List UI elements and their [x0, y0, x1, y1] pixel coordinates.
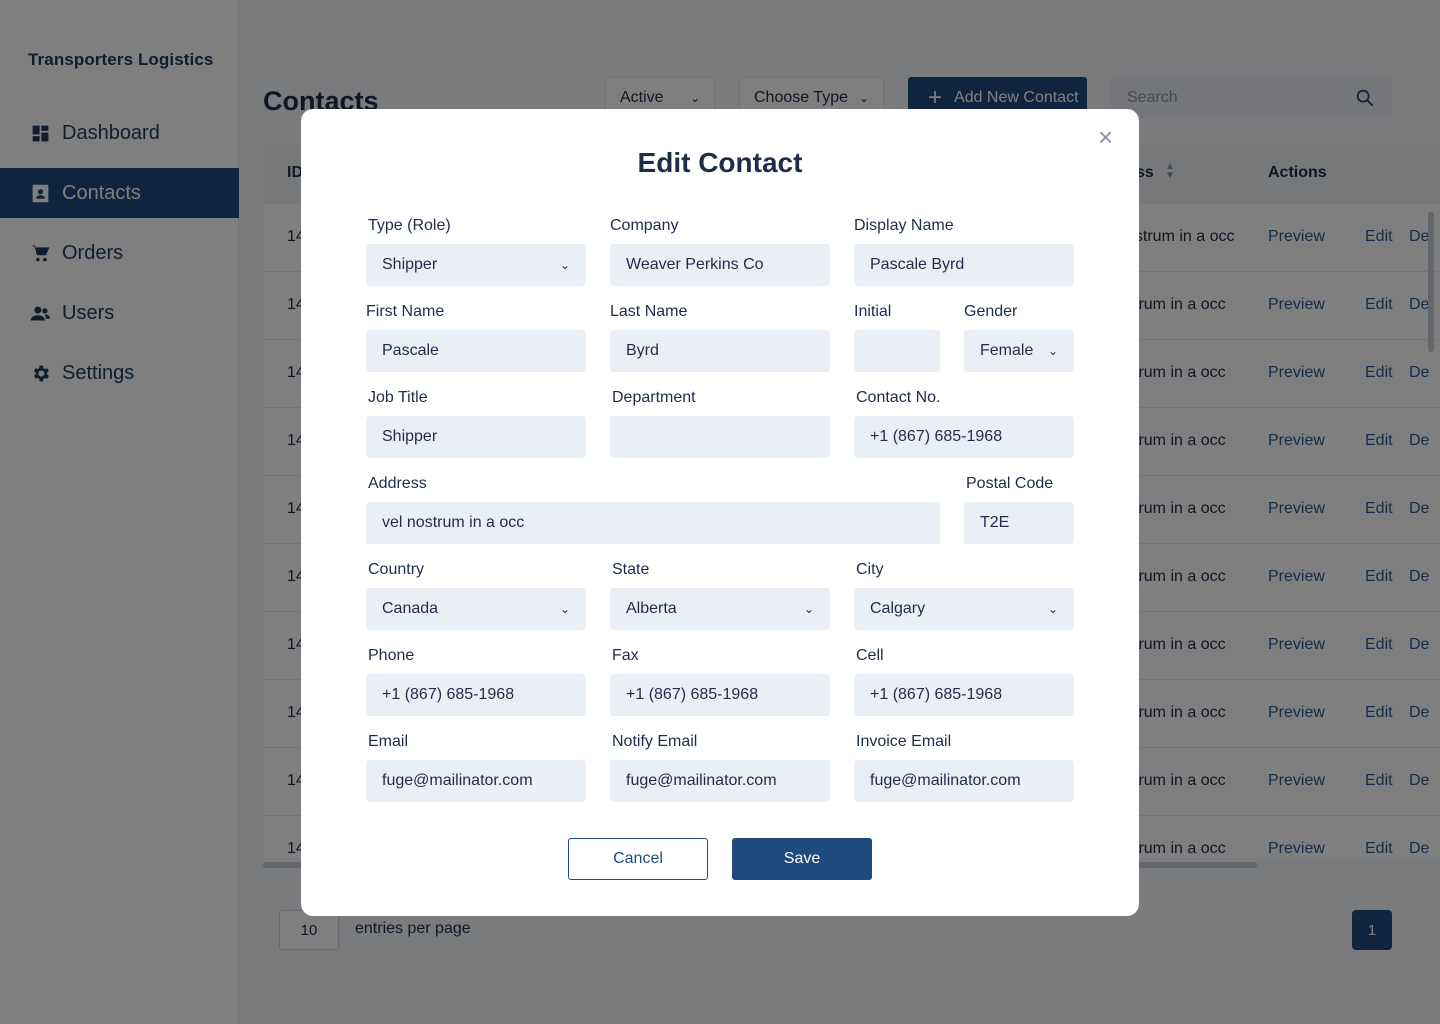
- edit-contact-modal: × Edit Contact Type (Role) Shipper ⌄ Com…: [301, 109, 1139, 916]
- country-select[interactable]: Canada ⌄: [366, 588, 586, 630]
- fax-label: Fax: [612, 647, 639, 664]
- notify-email-field[interactable]: fuge@mailinator.com: [610, 760, 830, 802]
- city-value: Calgary: [870, 600, 926, 617]
- cell-field[interactable]: +1 (867) 685-1968: [854, 674, 1074, 716]
- invoice-email-field[interactable]: fuge@mailinator.com: [854, 760, 1074, 802]
- cell-label: Cell: [856, 647, 884, 664]
- last-name-label: Last Name: [610, 303, 688, 320]
- country-value: Canada: [382, 600, 439, 617]
- email-label: Email: [368, 733, 409, 750]
- notify-email-label: Notify Email: [612, 733, 698, 750]
- first-name-field[interactable]: Pascale: [366, 330, 586, 372]
- postal-code-label: Postal Code: [966, 475, 1054, 492]
- modal-title: Edit Contact: [637, 147, 803, 178]
- address-label: Address: [368, 475, 427, 492]
- chevron-down-icon: ⌄: [1047, 602, 1058, 616]
- contact-no-field[interactable]: +1 (867) 685-1968: [854, 416, 1074, 458]
- chevron-down-icon: ⌄: [803, 602, 814, 616]
- initial-label: Initial: [854, 303, 892, 320]
- postal-code-field[interactable]: T2E: [964, 502, 1074, 544]
- fax-field[interactable]: +1 (867) 685-1968: [610, 674, 830, 716]
- display-name-label: Display Name: [854, 217, 954, 234]
- phone-label: Phone: [368, 647, 415, 664]
- first-name-label: First Name: [366, 303, 445, 320]
- last-name-field[interactable]: Byrd: [610, 330, 830, 372]
- state-select[interactable]: Alberta ⌄: [610, 588, 830, 630]
- chevron-down-icon: ⌄: [1047, 344, 1058, 358]
- type-value: Shipper: [382, 256, 438, 273]
- company-field[interactable]: Weaver Perkins Co: [610, 244, 830, 286]
- company-label: Company: [610, 217, 679, 234]
- city-select[interactable]: Calgary ⌄: [854, 588, 1074, 630]
- job-title-label: Job Title: [368, 389, 428, 406]
- gender-select[interactable]: Female ⌄: [964, 330, 1074, 372]
- state-value: Alberta: [626, 600, 677, 617]
- job-title-field[interactable]: Shipper: [366, 416, 586, 458]
- initial-field[interactable]: [854, 330, 940, 372]
- gender-label: Gender: [964, 303, 1018, 320]
- chevron-down-icon: ⌄: [559, 602, 570, 616]
- city-label: City: [856, 561, 884, 578]
- chevron-down-icon: ⌄: [559, 258, 570, 272]
- state-label: State: [612, 561, 650, 578]
- contact-no-label: Contact No.: [856, 389, 941, 406]
- email-field[interactable]: fuge@mailinator.com: [366, 760, 586, 802]
- invoice-email-label: Invoice Email: [856, 733, 952, 750]
- display-name-field[interactable]: Pascale Byrd: [854, 244, 1074, 286]
- department-field[interactable]: [610, 416, 830, 458]
- department-label: Department: [612, 389, 696, 406]
- phone-field[interactable]: +1 (867) 685-1968: [366, 674, 586, 716]
- type-select[interactable]: Shipper ⌄: [366, 244, 586, 286]
- gender-value: Female: [980, 342, 1034, 359]
- save-button[interactable]: Save: [732, 838, 872, 880]
- country-label: Country: [368, 561, 425, 578]
- cancel-button[interactable]: Cancel: [568, 838, 708, 880]
- address-field[interactable]: vel nostrum in a occ: [366, 502, 940, 544]
- type-label: Type (Role): [368, 217, 451, 234]
